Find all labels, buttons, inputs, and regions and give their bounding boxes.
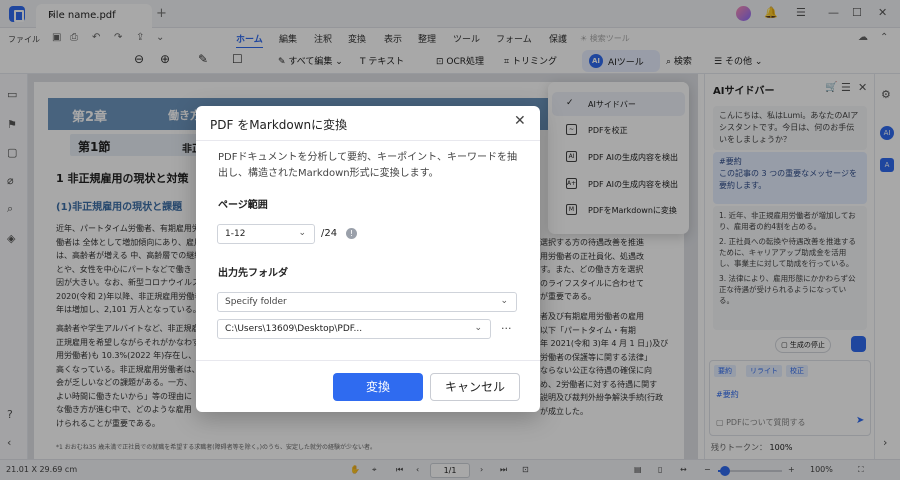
convert-button[interactable]: 変換 [333, 373, 423, 401]
dialog-title: PDF をMarkdownに変換 [210, 118, 348, 132]
chevron-down-icon: ⌄ [500, 296, 508, 306]
browse-more-icon[interactable]: ··· [501, 322, 512, 335]
page-range-select[interactable]: 1-12 ⌄ [217, 224, 315, 244]
folder-select-value: Specify folder [225, 297, 287, 307]
folder-path-field[interactable]: C:\Users\13609\Desktop\PDF... ⌄ [217, 319, 491, 339]
dialog-footer-divider [196, 360, 540, 361]
dialog-divider [196, 140, 540, 141]
app-window: File name.pdf × + 🔔 ☰ — ☐ ✕ ファイル ▣ ⎙ ↶ ↷… [0, 0, 900, 480]
info-icon[interactable]: ! [346, 228, 357, 239]
output-folder-label: 出力先フォルダ [218, 268, 288, 279]
folder-path-value: C:\Users\13609\Desktop\PDF... [225, 324, 363, 334]
cancel-button[interactable]: キャンセル [430, 373, 520, 401]
chevron-down-icon: ⌄ [298, 228, 306, 238]
dialog-description: PDFドキュメントを分析して要約、キーポイント、キーワードを抽出し、構造されたM… [218, 152, 517, 179]
folder-select[interactable]: Specify folder ⌄ [217, 292, 517, 312]
dialog-close-icon[interactable]: ✕ [514, 113, 526, 129]
page-total: /24 [321, 228, 338, 239]
page-range-value: 1-12 [225, 229, 246, 239]
chevron-down-icon: ⌄ [474, 323, 482, 333]
page-range-label: ページ範囲 [218, 200, 268, 211]
markdown-convert-dialog: PDF をMarkdownに変換 ✕ PDFドキュメントを分析して要約、キーポイ… [196, 106, 540, 412]
